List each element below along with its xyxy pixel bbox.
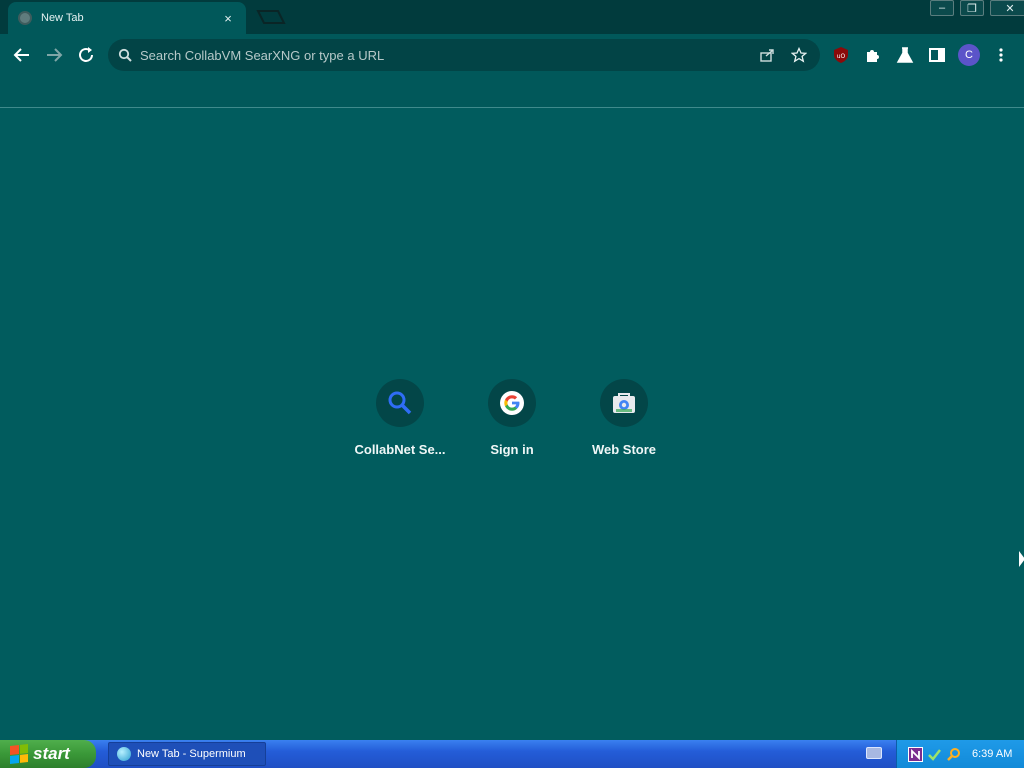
- avatar: C: [958, 44, 980, 66]
- tab-new-tab[interactable]: New Tab ×: [8, 2, 246, 34]
- start-button[interactable]: start: [0, 740, 96, 768]
- system-tray: 6:39 AM: [896, 740, 1024, 768]
- start-label: start: [33, 744, 70, 763]
- google-icon: [500, 391, 524, 415]
- reload-button[interactable]: [73, 42, 99, 68]
- shortcut-sign-in[interactable]: Sign in: [456, 379, 568, 469]
- tile-label: Sign in: [490, 442, 534, 457]
- browser-icon: [117, 747, 131, 761]
- keyboard-icon[interactable]: [866, 747, 882, 759]
- onenote-icon[interactable]: [907, 746, 923, 762]
- tab-favicon-icon: [18, 11, 32, 25]
- new-tab-page: CollabNet Se... Sign in Web Store: [0, 109, 1024, 740]
- share-icon[interactable]: [756, 44, 778, 66]
- arrow-left-icon: [13, 48, 29, 62]
- mouse-cursor-icon: [1019, 551, 1024, 567]
- taskbar-item-label: New Tab - Supermium: [137, 748, 246, 760]
- bookmark-star-icon[interactable]: [788, 44, 810, 66]
- flask-icon: [896, 47, 914, 63]
- tile-icon-bg: [600, 379, 648, 427]
- taskbar: start New Tab - Supermium 6:39 AM: [0, 740, 1024, 768]
- close-window-button[interactable]: ✕: [990, 0, 1024, 16]
- search-tray-icon[interactable]: [945, 746, 961, 762]
- new-tab-button[interactable]: [256, 9, 286, 25]
- tab-strip: New Tab × – ❐ ✕: [0, 0, 1024, 34]
- network-icon[interactable]: [926, 746, 942, 762]
- forward-button[interactable]: [41, 42, 67, 68]
- tab-close-icon[interactable]: ×: [220, 11, 236, 26]
- restore-button[interactable]: ❐: [960, 0, 984, 16]
- extensions-button[interactable]: [862, 44, 884, 66]
- bookmarks-bar: [0, 76, 1024, 108]
- side-panel-button[interactable]: [926, 44, 948, 66]
- shortcut-collabnet-search[interactable]: CollabNet Se...: [344, 379, 456, 469]
- tile-icon-bg: [376, 379, 424, 427]
- shortcut-tiles: CollabNet Se... Sign in Web Store: [344, 379, 680, 469]
- minimize-button[interactable]: –: [930, 0, 954, 16]
- window-controls: – ❐ ✕: [924, 0, 1024, 18]
- tile-icon-bg: [488, 379, 536, 427]
- tile-label: Web Store: [591, 442, 657, 457]
- labs-button[interactable]: [894, 44, 916, 66]
- browser-toolbar: Search CollabVM SearXNG or type a URL uO…: [0, 34, 1024, 76]
- shortcut-web-store[interactable]: Web Store: [568, 379, 680, 469]
- arrow-right-icon: [47, 48, 63, 62]
- search-icon: [388, 391, 412, 415]
- tile-label: CollabNet Se...: [354, 442, 446, 457]
- taskbar-item-browser[interactable]: New Tab - Supermium: [108, 742, 266, 766]
- svg-text:uO: uO: [837, 53, 846, 60]
- back-button[interactable]: [9, 42, 35, 68]
- clock: 6:39 AM: [972, 748, 1013, 760]
- side-panel-icon: [929, 48, 945, 62]
- kebab-menu-icon: [999, 48, 1003, 62]
- search-icon: [118, 48, 132, 62]
- reload-icon: [79, 47, 93, 62]
- address-bar[interactable]: Search CollabVM SearXNG or type a URL: [108, 39, 820, 71]
- tab-title: New Tab: [41, 12, 84, 24]
- ublock-extension-button[interactable]: uO: [830, 44, 852, 66]
- puzzle-icon: [867, 50, 879, 62]
- profile-button[interactable]: C: [958, 44, 980, 66]
- menu-button[interactable]: [990, 44, 1012, 66]
- windows-logo-icon: [10, 744, 28, 764]
- ublock-icon: uO: [834, 47, 848, 63]
- address-bar-placeholder: Search CollabVM SearXNG or type a URL: [140, 47, 385, 63]
- web-store-icon: [613, 393, 635, 413]
